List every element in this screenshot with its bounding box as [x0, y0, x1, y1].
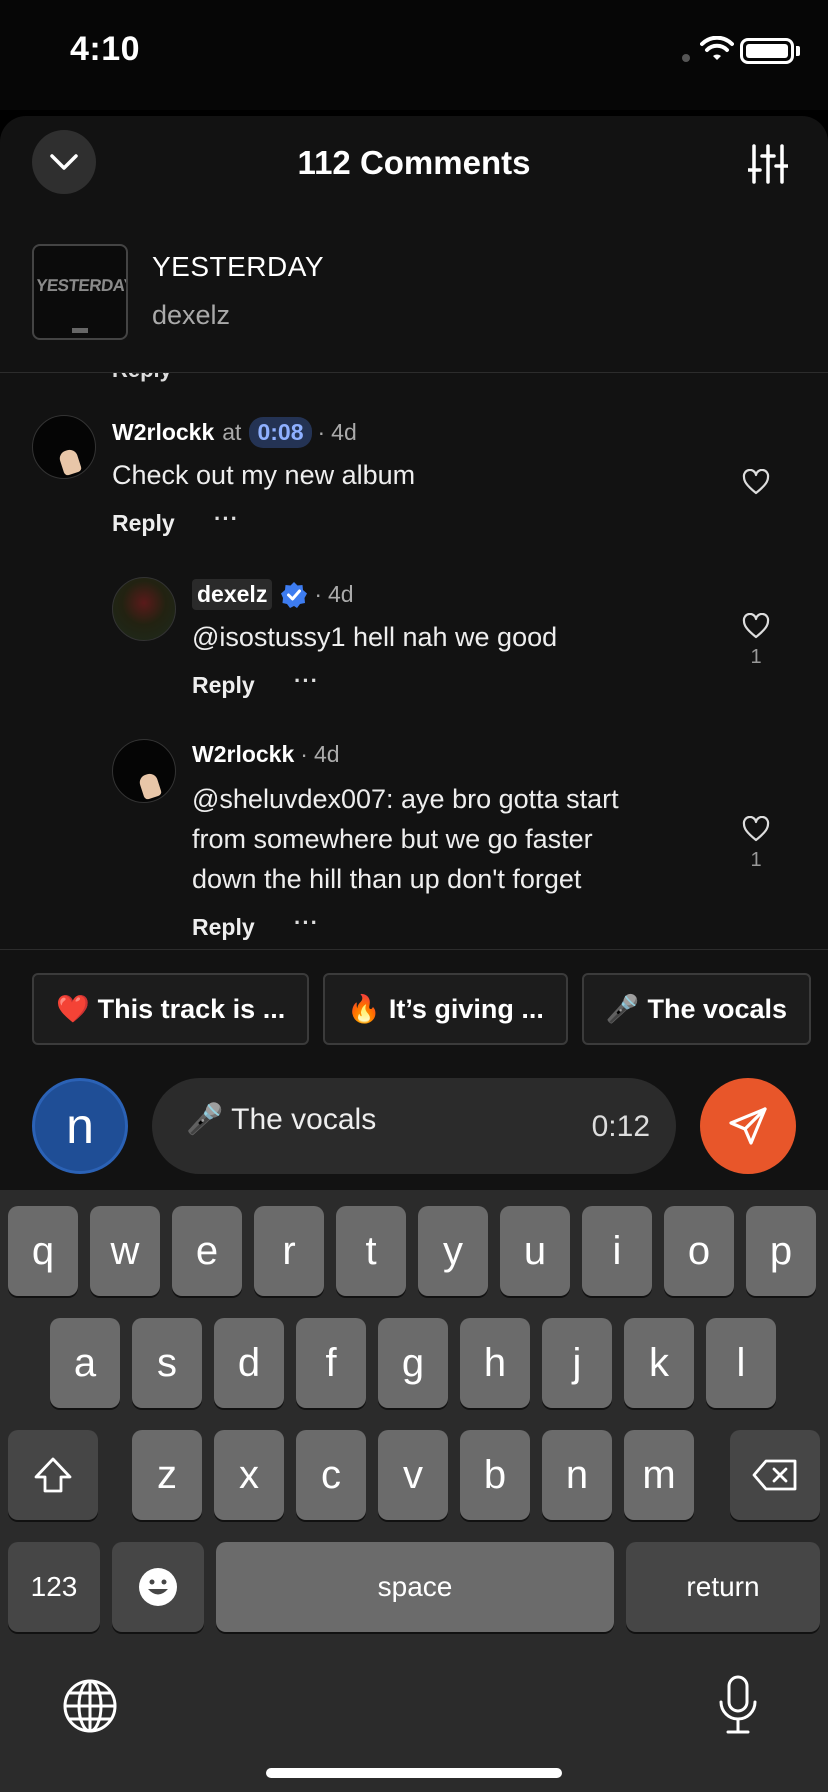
status-bar: 4:10 [0, 0, 828, 110]
key-z[interactable]: z [132, 1430, 202, 1520]
artwork-mark [72, 328, 88, 333]
microphone-emoji-icon: 🎤 [605, 994, 640, 1024]
heart-icon [742, 612, 770, 639]
current-user-avatar[interactable]: n [32, 1078, 128, 1174]
comment-age: 4d [313, 741, 340, 767]
quick-reply-chips: ❤️ This track is ... 🔥 It’s giving ... 🎤 Th… [32, 973, 828, 1045]
comment-text: @sheluvdex007: aye bro gotta start from … [192, 779, 619, 899]
filter-icon[interactable] [748, 142, 788, 186]
track-artist[interactable]: dexelz [152, 300, 230, 331]
key-h[interactable]: h [460, 1318, 530, 1408]
globe-icon[interactable] [62, 1678, 118, 1734]
key-d[interactable]: d [214, 1318, 284, 1408]
return-key[interactable]: return [626, 1542, 820, 1632]
comment-header: dexelz · 4d [192, 579, 354, 610]
key-u[interactable]: u [500, 1206, 570, 1296]
shift-key[interactable] [8, 1430, 98, 1520]
key-w[interactable]: w [90, 1206, 160, 1296]
fire-emoji-icon: 🔥 [347, 994, 381, 1024]
comment-text-line: @sheluvdex007: aye bro gotta start [192, 784, 619, 814]
chip-label: The vocals [647, 994, 788, 1024]
heart-icon [742, 815, 770, 842]
comment-username[interactable]: dexelz [192, 579, 273, 610]
chip-label: This track is ... [97, 994, 286, 1024]
avatar[interactable] [112, 739, 176, 803]
key-k[interactable]: k [624, 1318, 694, 1408]
track-title[interactable]: YESTERDAY [152, 251, 324, 283]
artwork-lettering: YESTERDAY [35, 276, 128, 295]
cellular-signal-icon [682, 54, 690, 62]
comment-header: W2rlockk · 4d [192, 741, 340, 768]
key-a[interactable]: a [50, 1318, 120, 1408]
emoji-key[interactable] [112, 1542, 204, 1632]
send-icon [729, 1107, 767, 1145]
wifi-icon [700, 36, 734, 60]
space-key[interactable]: space [216, 1542, 614, 1632]
reply-button[interactable]: Reply [192, 914, 255, 941]
send-button[interactable] [700, 1078, 796, 1174]
key-i[interactable]: i [582, 1206, 652, 1296]
key-l[interactable]: l [706, 1318, 776, 1408]
key-p[interactable]: p [746, 1206, 816, 1296]
comments-list[interactable]: Reply W2rlockk at 0:08 · 4d Check out my… [0, 373, 828, 945]
comment-input[interactable]: 🎤 The vocals 0:12 [152, 1078, 676, 1174]
key-t[interactable]: t [336, 1206, 406, 1296]
comment-username[interactable]: W2rlockk [192, 741, 294, 768]
key-q[interactable]: q [8, 1206, 78, 1296]
key-f[interactable]: f [296, 1318, 366, 1408]
home-indicator[interactable] [266, 1768, 562, 1778]
chip-this-track[interactable]: ❤️ This track is ... [32, 973, 310, 1045]
chip-label: It’s giving ... [388, 994, 544, 1024]
key-g[interactable]: g [378, 1318, 448, 1408]
comments-sheet: 112 Comments YESTERDAY YESTERDAY dexelz … [0, 116, 828, 1192]
sheet-title: 112 Comments [297, 144, 531, 181]
heart-emoji-icon: ❤️ [56, 994, 90, 1024]
more-options-icon[interactable]: ··· [294, 910, 319, 936]
clock: 4:10 [70, 30, 141, 68]
comment-age: 4d [328, 581, 354, 607]
key-r[interactable]: r [254, 1206, 324, 1296]
avatar[interactable] [112, 577, 176, 641]
key-n[interactable]: n [542, 1430, 612, 1520]
comment-input-text[interactable]: 🎤 The vocals [186, 1102, 376, 1137]
key-m[interactable]: m [624, 1430, 694, 1520]
key-s[interactable]: s [132, 1318, 202, 1408]
like-count: 1 [750, 849, 762, 871]
delete-key[interactable] [730, 1430, 820, 1520]
backspace-icon [752, 1459, 797, 1491]
separator: · [300, 741, 308, 767]
more-options-icon[interactable]: ··· [294, 668, 319, 694]
verified-badge-icon [280, 581, 308, 609]
battery-tip [796, 46, 800, 56]
key-o[interactable]: o [664, 1206, 734, 1296]
comment-timestamp[interactable]: 0:12 [592, 1110, 650, 1144]
key-x[interactable]: x [214, 1430, 284, 1520]
key-b[interactable]: b [460, 1430, 530, 1520]
track-artwork[interactable]: YESTERDAY [32, 244, 128, 340]
chip-its-giving[interactable]: 🔥 It’s giving ... [323, 973, 568, 1045]
keyboard: q w e r t y u i o p a s d f g h j k l z … [0, 1190, 828, 1792]
divider [0, 949, 828, 950]
comment-text-line: down the hill than up don't forget [192, 864, 582, 894]
key-c[interactable]: c [296, 1430, 366, 1520]
separator: · [314, 581, 322, 607]
chip-the-vocals[interactable]: 🎤 The vocals [581, 973, 812, 1045]
like-count: 1 [750, 646, 762, 668]
key-y[interactable]: y [418, 1206, 488, 1296]
comment-text: @isostussy1 hell nah we good [192, 622, 558, 652]
key-v[interactable]: v [378, 1430, 448, 1520]
emoji-icon [139, 1568, 177, 1606]
like-button[interactable]: 1 [736, 612, 776, 669]
shift-icon [34, 1457, 72, 1493]
dictation-mic-icon[interactable] [718, 1674, 758, 1736]
comment-item: W2rlockk · 4d @sheluvdex007: aye bro got… [0, 373, 828, 940]
comment-text-line: from somewhere but we go faster [192, 824, 593, 854]
key-j[interactable]: j [542, 1318, 612, 1408]
like-button[interactable]: 1 [736, 815, 776, 872]
reply-button[interactable]: Reply [192, 672, 255, 699]
key-e[interactable]: e [172, 1206, 242, 1296]
battery-icon [740, 38, 794, 64]
numbers-key[interactable]: 123 [8, 1542, 100, 1632]
